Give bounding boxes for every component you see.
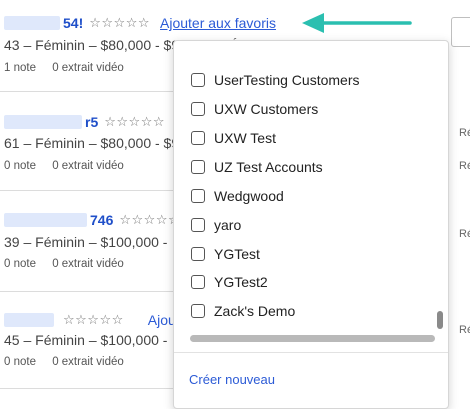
option-label: UZ Test Accounts [214,159,323,175]
vertical-scrollbar[interactable] [437,311,443,329]
right-edge-label[interactable]: Ré [459,160,470,172]
redacted-name [4,213,87,227]
notes-count[interactable]: 1 note [4,62,36,74]
favorites-list-option[interactable]: YGTest2 [191,271,268,293]
video-clips-count[interactable]: 0 extrait vidéo [52,356,124,368]
right-edge-label[interactable]: Ré [459,324,470,336]
video-clips-count[interactable]: 0 extrait vidéo [52,258,124,270]
option-label: Zack's Demo [214,303,296,319]
redacted-name [4,313,54,327]
favorites-list-option[interactable]: yaro [191,214,241,236]
participant-name[interactable]: 746 [90,212,113,228]
arrow-left-icon [302,13,412,33]
notes-count[interactable]: 0 note [4,160,36,172]
video-clips-count[interactable]: 0 extrait vidéo [52,62,124,74]
favorites-list-option[interactable]: YGTest [191,243,260,265]
checkbox-unchecked-icon[interactable] [191,131,205,145]
favorites-list[interactable]: UserTesting Customers UXW Customers UXW … [174,41,448,331]
participant-list-page: 54! ☆☆☆☆☆ Ajouter aux favoris 43 – Fémin… [0,0,470,409]
star-rating-icon[interactable]: ☆☆☆☆☆ [89,15,150,31]
favorites-list-option[interactable]: UXW Test [191,127,276,149]
notes-count[interactable]: 0 note [4,258,36,270]
add-to-favorites-link[interactable]: Ajou [148,312,176,328]
checkbox-unchecked-icon[interactable] [191,247,205,261]
checkbox-unchecked-icon[interactable] [191,102,205,116]
checkbox-unchecked-icon[interactable] [191,218,205,232]
option-label: yaro [214,217,242,233]
option-label: UXW Test [214,130,276,146]
redacted-name [4,115,82,129]
favorites-list-option[interactable]: UserTesting Customers [191,69,360,91]
participant-demographics: 45 – Féminin – $100,000 - [4,332,168,348]
participant-demographics: 39 – Féminin – $100,000 - [4,234,168,250]
favorites-list-option[interactable]: Wedgwood [191,185,284,207]
add-to-favorites-link[interactable]: Ajouter aux favoris [160,15,276,31]
right-edge-label[interactable]: Ré [459,228,470,240]
option-label: UXW Customers [214,101,319,117]
notes-count[interactable]: 0 note [4,356,36,368]
star-rating-icon[interactable]: ☆☆☆☆☆ [63,312,124,328]
favorites-dropdown[interactable]: UserTesting Customers UXW Customers UXW … [173,40,449,409]
create-new-link[interactable]: Créer nouveau [189,372,275,387]
checkbox-unchecked-icon[interactable] [191,160,205,174]
option-label: UserTesting Customers [214,72,360,88]
favorites-list-option[interactable]: UXW Customers [191,98,318,120]
option-label: YGTest2 [214,274,268,290]
participant-stats: 0 note 0 extrait vidéo [4,356,124,368]
participant-name[interactable]: 54! [63,15,83,31]
participant-stats: 1 note 0 extrait vidéo [4,62,124,74]
participant-stats: 0 note 0 extrait vidéo [4,258,124,270]
video-clips-count[interactable]: 0 extrait vidéo [52,160,124,172]
favorites-list-option[interactable]: UZ Test Accounts [191,156,323,178]
favorites-list-option[interactable]: Zack's Demo [191,300,295,322]
checkbox-unchecked-icon[interactable] [191,275,205,289]
checkbox-unchecked-icon[interactable] [191,73,205,87]
participant-stats: 0 note 0 extrait vidéo [4,160,124,172]
star-rating-icon[interactable]: ☆☆☆☆☆ [119,212,180,228]
row-action-button[interactable] [451,17,470,47]
divider [174,352,448,353]
checkbox-unchecked-icon[interactable] [191,189,205,203]
star-rating-icon[interactable]: ☆☆☆☆☆ [104,114,165,130]
redacted-name [4,16,60,30]
horizontal-scrollbar[interactable] [190,335,435,342]
right-edge-label[interactable]: Ré [459,127,470,139]
participant-name[interactable]: r5 [85,114,98,130]
option-label: Wedgwood [214,188,284,204]
option-label: YGTest [214,246,260,262]
checkbox-unchecked-icon[interactable] [191,304,205,318]
